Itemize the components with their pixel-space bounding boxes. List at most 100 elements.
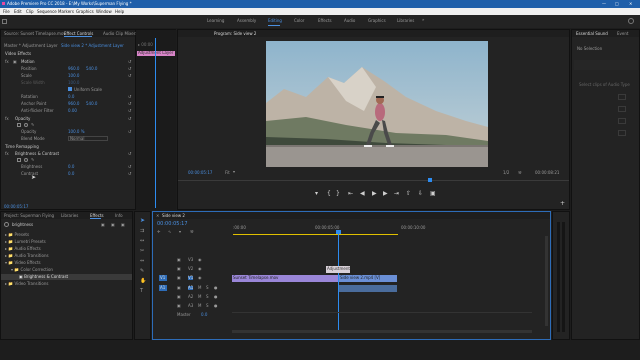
lift-button[interactable]: ⇧ [406, 191, 411, 197]
effects-item-audio-effects[interactable]: ▸ 📁 Audio Effects [5, 247, 41, 251]
lock-icon[interactable]: ▣ [177, 276, 181, 280]
fx-bc-badge-icon[interactable]: fx [5, 152, 9, 156]
timeline-timecode[interactable]: 00:00:05:17 [157, 222, 188, 227]
master-volume-value[interactable]: 0.0 [201, 313, 207, 317]
reset-icon[interactable]: ↺ [128, 152, 131, 156]
position-y-value[interactable]: 540.0 [86, 67, 97, 71]
sfx-type-icon[interactable] [618, 118, 626, 124]
mask-ellipse-icon[interactable] [24, 123, 28, 127]
extract-button[interactable]: ⇩ [418, 191, 423, 197]
menu-help[interactable]: Help [115, 10, 124, 14]
go-to-in-button[interactable]: ⇤ [348, 191, 353, 197]
scale-value[interactable]: 100.0 [68, 74, 79, 78]
workspace-color[interactable]: Color [294, 19, 304, 23]
wrench-icon[interactable]: ⚒ [518, 171, 522, 175]
workspace-assembly[interactable]: Assembly [237, 19, 256, 23]
play-button[interactable]: ▶ [372, 191, 377, 197]
mask-rect-icon[interactable] [17, 123, 21, 127]
adjustment-layer-clip[interactable]: Adjustment [326, 266, 350, 273]
export-frame-button[interactable]: ▣ [430, 191, 436, 197]
close-button[interactable]: ✕ [629, 2, 632, 6]
effects-item-brightness-contrast[interactable]: ▣ Brightness & Contrast [19, 275, 68, 279]
contrast-value[interactable]: 0.0 [68, 172, 74, 176]
effects-item-video-effects[interactable]: ▾ 📁 Video Effects [5, 261, 41, 265]
search-icon[interactable] [628, 18, 634, 24]
mini-playhead[interactable] [155, 38, 156, 208]
menu-clip[interactable]: Clip [26, 10, 34, 14]
reset-icon[interactable]: ↺ [128, 117, 131, 121]
effects-search-input[interactable]: brightness [12, 223, 33, 227]
menu-edit[interactable]: Edit [14, 10, 22, 14]
home-icon[interactable] [2, 19, 7, 24]
settings-wrench-icon[interactable]: ⚒ [190, 230, 194, 234]
ripple-edit-tool-icon[interactable]: ↔ [140, 239, 144, 244]
reset-icon[interactable]: ↺ [128, 67, 131, 71]
master-clip-selector[interactable]: Master * Adjustment Layer [4, 44, 58, 48]
hand-tool-icon[interactable]: ✋ [140, 279, 146, 284]
step-forward-button[interactable]: ▶ [383, 191, 388, 197]
step-back-button[interactable]: ◀ [360, 191, 365, 197]
opacity-value[interactable]: 100.0 % [68, 130, 85, 134]
mark-in-button[interactable]: { [327, 191, 331, 197]
selection-tool-icon[interactable]: ➤ [140, 218, 145, 224]
workspace-effects[interactable]: Effects [318, 19, 332, 23]
track-a1-label[interactable]: A1 [188, 286, 194, 290]
menu-file[interactable]: File [3, 10, 10, 14]
reset-icon[interactable]: ↺ [128, 74, 131, 78]
reset-icon[interactable]: ↺ [128, 172, 131, 176]
horizontal-scrollbar[interactable] [232, 330, 532, 333]
more-workspaces-icon[interactable]: » [422, 18, 424, 22]
maximize-button[interactable]: □ [615, 2, 619, 6]
type-tool-icon[interactable]: T [140, 289, 143, 294]
effect-controls-timeline[interactable]: ▸ 00:00 Adjustment Layer [136, 29, 176, 210]
linked-selection-icon[interactable]: ∿ [168, 230, 171, 234]
mute-button[interactable]: M [198, 304, 201, 308]
fx-badge-icon[interactable]: fx [5, 60, 9, 64]
effects-item-presets[interactable]: ▸ 📁 Presets [5, 233, 29, 237]
yuv-filter-icon[interactable]: ▣ [121, 223, 125, 227]
pen-tool-icon[interactable]: ✎ [140, 269, 144, 274]
quality-select[interactable]: 1/2 [503, 171, 509, 175]
work-area-bar[interactable] [233, 234, 398, 235]
razor-tool-icon[interactable]: ✂ [140, 249, 144, 254]
solo-button[interactable]: S [206, 295, 209, 299]
add-marker-icon[interactable]: ▾ [179, 230, 181, 234]
effect-controls-timecode[interactable]: 00:00:05:17 [4, 205, 28, 209]
anchor-y-value[interactable]: 540.0 [86, 102, 97, 106]
add-marker-button[interactable]: ▾ [315, 191, 318, 197]
minimize-button[interactable]: — [602, 2, 606, 6]
solo-button[interactable]: S [206, 304, 209, 308]
reset-icon[interactable]: ↺ [128, 109, 131, 113]
reset-icon[interactable]: ↺ [128, 95, 131, 99]
uniform-scale-checkbox[interactable] [68, 87, 72, 91]
lock-icon[interactable]: ▣ [177, 267, 181, 271]
eye-icon[interactable]: ◉ [198, 258, 202, 262]
bc-mask-rect-icon[interactable] [17, 158, 21, 162]
program-scrub-bar[interactable] [178, 180, 569, 181]
side-view-video-clip[interactable]: Side view 2.mp4 [V] [339, 275, 397, 282]
mute-button[interactable]: M [198, 286, 201, 290]
sunset-timelapse-clip[interactable]: Sunset Timelapse.mov [232, 275, 338, 282]
ambience-type-icon[interactable] [618, 130, 626, 136]
button-editor-icon[interactable]: + [560, 201, 565, 207]
fit-select[interactable]: Fit [225, 171, 230, 175]
tab-source[interactable]: Source: Sunset Timelapse.mov [4, 32, 66, 36]
32bit-filter-icon[interactable]: ▣ [111, 223, 115, 227]
sequence-tab[interactable]: Side view 2 [162, 214, 185, 218]
anchor-x-value[interactable]: 960.0 [68, 102, 79, 106]
vertical-scrollbar[interactable] [545, 236, 548, 326]
track-v1-label[interactable]: V1 [188, 276, 194, 280]
program-timecode[interactable]: 00:00:05:17 [188, 171, 212, 175]
mask-pen-icon[interactable]: ✎ [31, 123, 34, 127]
music-type-icon[interactable] [618, 106, 626, 112]
side-view-audio-clip[interactable] [339, 285, 397, 292]
source-patch-a1[interactable]: A1 [159, 285, 167, 291]
accelerated-filter-icon[interactable]: ▣ [101, 223, 105, 227]
effects-item-color-correction[interactable]: ▾ 📁 Color Correction [11, 268, 53, 272]
position-x-value[interactable]: 960.0 [68, 67, 79, 71]
menu-graphics[interactable]: Graphics [76, 10, 94, 14]
workspace-audio[interactable]: Audio [344, 19, 355, 23]
bc-mask-pen-icon[interactable]: ✎ [31, 158, 34, 162]
eye-icon[interactable]: ◉ [198, 276, 202, 280]
effects-item-audio-transitions[interactable]: ▸ 📁 Audio Transitions [5, 254, 49, 258]
